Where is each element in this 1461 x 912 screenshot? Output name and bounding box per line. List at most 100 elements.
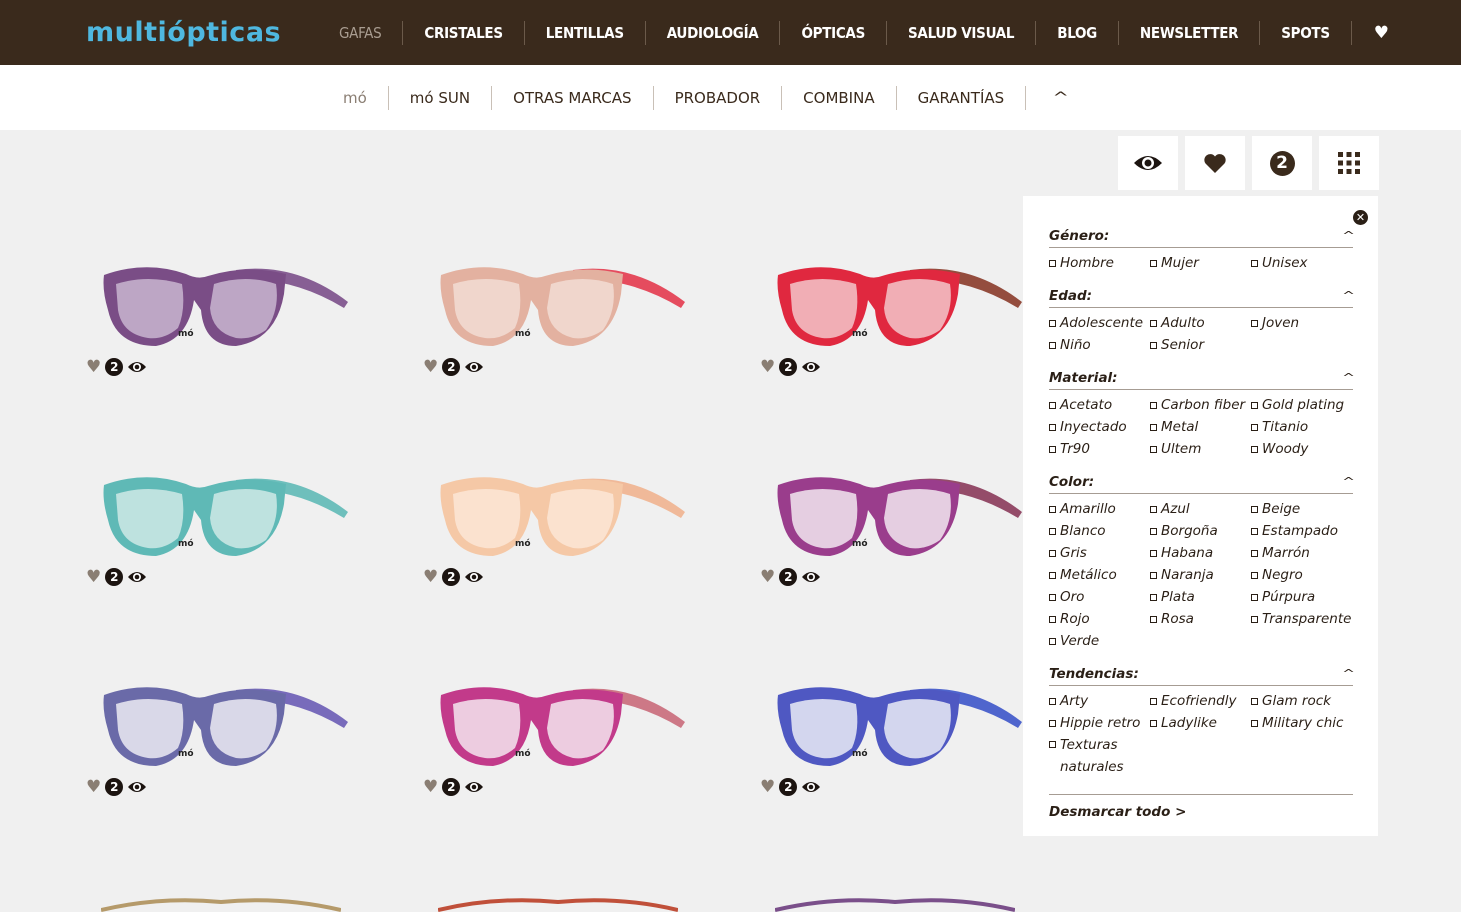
filter-option-rojo[interactable]: Rojo (1049, 608, 1150, 630)
compare-count-badge[interactable]: 2 (779, 778, 798, 796)
eye-icon[interactable] (127, 570, 147, 584)
checkbox[interactable] (1150, 319, 1157, 327)
checkbox[interactable] (1251, 527, 1258, 535)
filter-option-negro[interactable]: Negro (1251, 564, 1353, 586)
add-favorite-heart-icon[interactable]: ♥ (760, 568, 775, 586)
checkbox[interactable] (1150, 527, 1157, 535)
checkbox[interactable] (1049, 401, 1056, 409)
filter-option-gold-plating[interactable]: Gold plating (1251, 394, 1353, 416)
chevron-up-icon[interactable]: ^ (1342, 475, 1355, 488)
checkbox[interactable] (1150, 719, 1157, 727)
product-card[interactable]: mó ♥ 2 (423, 670, 723, 810)
compare-count-badge[interactable]: 2 (442, 358, 461, 376)
eye-icon[interactable] (464, 570, 484, 584)
nav-link-gafas[interactable]: GAFAS (318, 24, 402, 42)
filter-option-estampado[interactable]: Estampado (1251, 520, 1353, 542)
filter-option-tr90[interactable]: Tr90 (1049, 438, 1150, 460)
filter-option-ladylike[interactable]: Ladylike (1150, 712, 1251, 734)
chevron-up-icon[interactable]: ^ (1342, 667, 1355, 680)
filter-section-header[interactable]: Material: ^ (1049, 366, 1355, 390)
checkbox[interactable] (1150, 549, 1157, 557)
checkbox[interactable] (1251, 445, 1258, 453)
eye-icon[interactable] (127, 780, 147, 794)
product-card[interactable]: mó ♥ 2 (760, 250, 1060, 390)
clear-all-link[interactable]: Desmarcar todo > (1049, 804, 1186, 820)
compare-count-badge[interactable]: 2 (105, 568, 124, 586)
add-favorite-heart-icon[interactable]: ♥ (423, 358, 438, 376)
glasses-image[interactable]: mó (423, 460, 693, 565)
filter-option-borgona[interactable]: Borgoña (1150, 520, 1251, 542)
glasses-image[interactable]: mó (423, 670, 693, 775)
filter-option-texturas-naturales[interactable]: Texturas naturales (1049, 734, 1150, 778)
close-filter-button[interactable]: ✕ (1353, 210, 1368, 225)
filter-section-header[interactable]: Color: ^ (1049, 470, 1355, 494)
glasses-image[interactable]: mó (86, 250, 356, 355)
add-favorite-heart-icon[interactable]: ♥ (86, 778, 101, 796)
add-favorite-heart-icon[interactable]: ♥ (423, 568, 438, 586)
checkbox[interactable] (1150, 615, 1157, 623)
checkbox[interactable] (1049, 505, 1056, 513)
product-card[interactable]: mó ♥ 2 (86, 670, 386, 810)
checkbox[interactable] (1150, 593, 1157, 601)
filter-option-beige[interactable]: Beige (1251, 498, 1353, 520)
nav-link-spots[interactable]: SPOTS (1260, 24, 1351, 42)
eye-icon[interactable] (801, 570, 821, 584)
filter-option-transparente[interactable]: Transparente (1251, 608, 1353, 630)
checkbox[interactable] (1049, 571, 1056, 579)
filter-option-azul[interactable]: Azul (1150, 498, 1251, 520)
checkbox[interactable] (1049, 527, 1056, 535)
compare-count-badge[interactable]: 2 (105, 778, 124, 796)
subnav-link-combina[interactable]: COMBINA (782, 89, 895, 107)
compare-count-badge[interactable]: 2 (779, 568, 798, 586)
checkbox[interactable] (1049, 719, 1056, 727)
brand-logo[interactable]: multiópticas (86, 18, 281, 48)
checkbox[interactable] (1150, 445, 1157, 453)
filter-option-mujer[interactable]: Mujer (1150, 252, 1251, 274)
checkbox[interactable] (1251, 319, 1258, 327)
filter-section-header[interactable]: Género: ^ (1049, 224, 1355, 248)
glasses-image[interactable]: mó (760, 460, 1030, 565)
compare-count-badge[interactable]: 2 (442, 778, 461, 796)
filter-option-acetato[interactable]: Acetato (1049, 394, 1150, 416)
checkbox[interactable] (1049, 259, 1056, 267)
filter-option-rosa[interactable]: Rosa (1150, 608, 1251, 630)
subnav-link-mo[interactable]: mó (322, 89, 388, 107)
filter-option-military-chic[interactable]: Military chic (1251, 712, 1353, 734)
filter-option-inyectado[interactable]: Inyectado (1049, 416, 1150, 438)
checkbox[interactable] (1150, 697, 1157, 705)
filter-option-habana[interactable]: Habana (1150, 542, 1251, 564)
compare-button[interactable]: 2 (1252, 136, 1312, 190)
checkbox[interactable] (1251, 505, 1258, 513)
checkbox[interactable] (1049, 741, 1056, 748)
filter-option-amarillo[interactable]: Amarillo (1049, 498, 1150, 520)
filter-option-senior[interactable]: Senior (1150, 334, 1251, 356)
glasses-image[interactable]: mó (86, 460, 356, 565)
subnav-link-mo-sun[interactable]: mó SUN (389, 89, 491, 107)
checkbox[interactable] (1251, 697, 1258, 705)
chevron-up-icon[interactable]: ^ (1342, 289, 1355, 302)
filter-option-hippie-retro[interactable]: Hippie retro (1049, 712, 1150, 734)
filter-option-metal[interactable]: Metal (1150, 416, 1251, 438)
filter-option-adulto[interactable]: Adulto (1150, 312, 1251, 334)
filter-option-plata[interactable]: Plata (1150, 586, 1251, 608)
filter-option-oro[interactable]: Oro (1049, 586, 1150, 608)
product-card[interactable]: mó ♥ 2 (86, 250, 386, 390)
compare-count-badge[interactable]: 2 (442, 568, 461, 586)
glasses-image[interactable]: mó (760, 670, 1030, 775)
glasses-image[interactable]: mó (423, 250, 693, 355)
nav-link-opticas[interactable]: ÓPTICAS (780, 24, 886, 42)
filter-option-ultem[interactable]: Ultem (1150, 438, 1251, 460)
favorites-button[interactable] (1185, 136, 1245, 190)
nav-link-audiologia[interactable]: AUDIOLOGÍA (646, 24, 780, 42)
checkbox[interactable] (1049, 549, 1056, 557)
subnav-link-probador[interactable]: PROBADOR (654, 89, 782, 107)
glasses-image[interactable]: mó (760, 250, 1030, 355)
product-card[interactable]: mó ♥ 2 (760, 460, 1060, 600)
product-card[interactable]: mó ♥ 2 (423, 250, 723, 390)
checkbox[interactable] (1251, 615, 1258, 623)
nav-link-salud-visual[interactable]: SALUD VISUAL (887, 24, 1035, 42)
checkbox[interactable] (1150, 423, 1157, 431)
filter-option-gris[interactable]: Gris (1049, 542, 1150, 564)
compare-count-badge[interactable]: 2 (105, 358, 124, 376)
grid-view-button[interactable] (1319, 136, 1379, 190)
